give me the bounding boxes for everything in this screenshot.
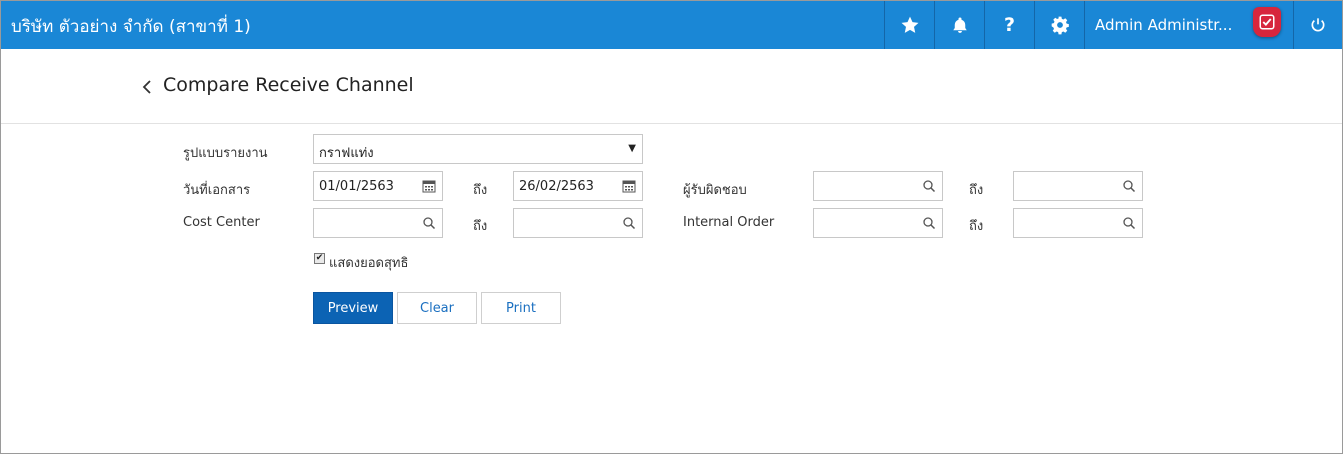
shield-icon[interactable] [1253,7,1281,37]
power-icon [1311,18,1325,32]
doc-date-label: วันที่เอกสาร [183,183,251,198]
net-amount-label[interactable]: แสดงยอดสุทธิ [329,252,408,273]
responsible-from-input[interactable] [813,171,943,201]
internal-order-to-input[interactable] [1013,208,1143,238]
calendar-icon[interactable] [422,179,436,193]
preview-button[interactable]: Preview [313,292,393,324]
report-type-label: รูปแบบรายงาน [183,146,268,161]
page-header: Compare Receive Channel [1,49,1342,124]
back-chevron-icon[interactable] [141,76,153,100]
internal-order-label: Internal Order [683,215,775,230]
report-type-select[interactable]: กราฟแท่ง ▼ [313,134,643,164]
search-icon[interactable] [922,179,936,193]
company-name[interactable]: บริษัท ตัวอย่าง จำกัด (สาขาที่ 1) [11,13,251,40]
settings-button[interactable] [1034,1,1084,49]
print-button[interactable]: Print [481,292,561,324]
to-label: ถึง [969,183,984,198]
doc-date-to-value: 26/02/2563 [519,179,594,194]
report-type-value: กราฟแท่ง [319,146,374,161]
bell-icon [952,17,967,33]
responsible-to-input[interactable] [1013,171,1143,201]
notifications-button[interactable] [934,1,984,49]
doc-date-from-value: 01/01/2563 [319,179,394,194]
cost-center-from-input[interactable] [313,208,443,238]
to-label: ถึง [473,183,488,198]
search-icon[interactable] [422,216,436,230]
cost-center-label: Cost Center [183,215,260,230]
responsible-label: ผู้รับผิดชอบ [683,183,747,198]
calendar-icon[interactable] [622,179,636,193]
internal-order-from-input[interactable] [813,208,943,238]
to-label: ถึง [969,219,984,234]
cost-center-to-input[interactable] [513,208,643,238]
doc-date-from-input[interactable]: 01/01/2563 [313,171,443,201]
to-label: ถึง [473,219,488,234]
clear-button[interactable]: Clear [397,292,477,324]
page-title: Compare Receive Channel [163,74,414,96]
top-bar: บริษัท ตัวอย่าง จำกัด (สาขาที่ 1) ? Admi… [1,1,1342,49]
search-icon[interactable] [1122,179,1136,193]
help-icon: ? [1003,14,1016,36]
search-icon[interactable] [922,216,936,230]
search-icon[interactable] [622,216,636,230]
dropdown-arrow-icon: ▼ [628,143,636,154]
doc-date-to-input[interactable]: 26/02/2563 [513,171,643,201]
user-name: Admin Administr... [1095,16,1233,34]
favorites-button[interactable] [884,1,934,49]
star-icon [901,16,918,33]
gear-icon [1051,16,1069,35]
search-icon[interactable] [1122,216,1136,230]
logout-button[interactable] [1293,1,1342,49]
help-button[interactable]: ? [984,1,1034,49]
net-amount-checkbox[interactable]: ✔ [314,253,325,264]
